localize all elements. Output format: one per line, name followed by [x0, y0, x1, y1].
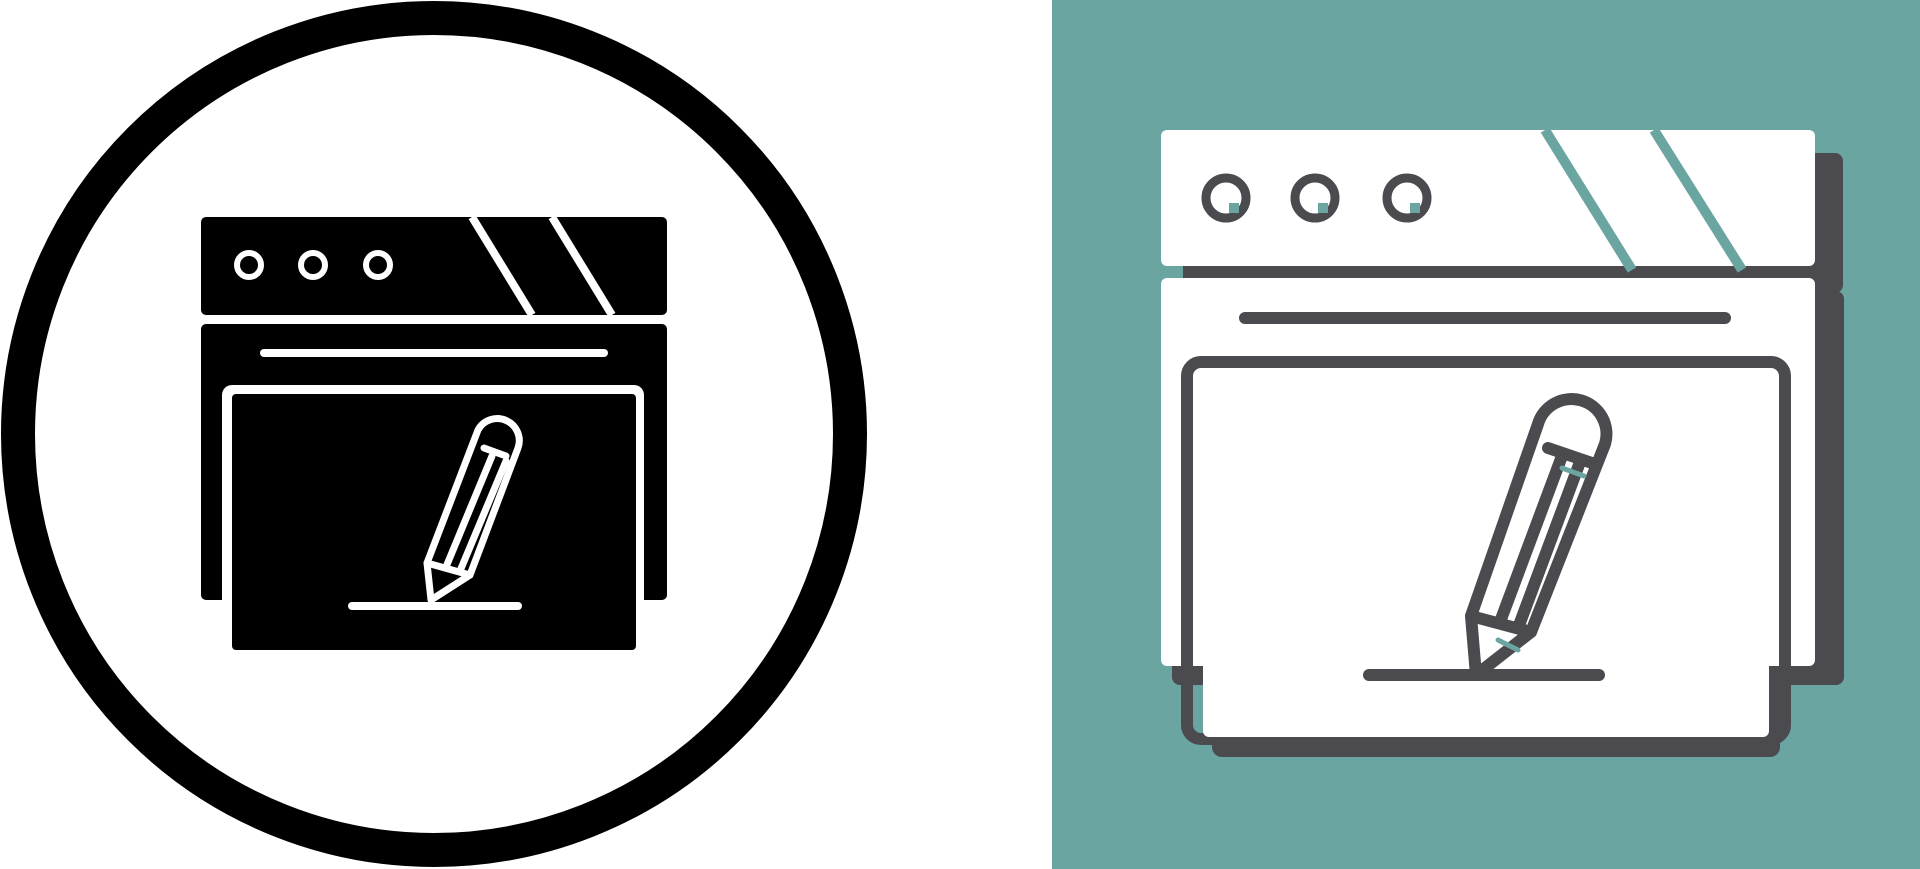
window-dot-3: [1382, 173, 1432, 223]
window-dots: [1201, 173, 1432, 223]
title-bar: [1161, 130, 1815, 266]
window-dot-2: [1290, 173, 1340, 223]
icon-preview-canvas: [0, 0, 1920, 869]
document-card: [232, 394, 636, 650]
window-dot-1: [1201, 173, 1251, 223]
flat-variant-panel: [1052, 0, 1920, 869]
glyph-browser-edit-icon: [1, 1, 867, 867]
glyph-variant-panel: [0, 0, 1052, 869]
title-bar: [201, 217, 667, 315]
flat-browser-edit-icon: [1052, 0, 1920, 869]
